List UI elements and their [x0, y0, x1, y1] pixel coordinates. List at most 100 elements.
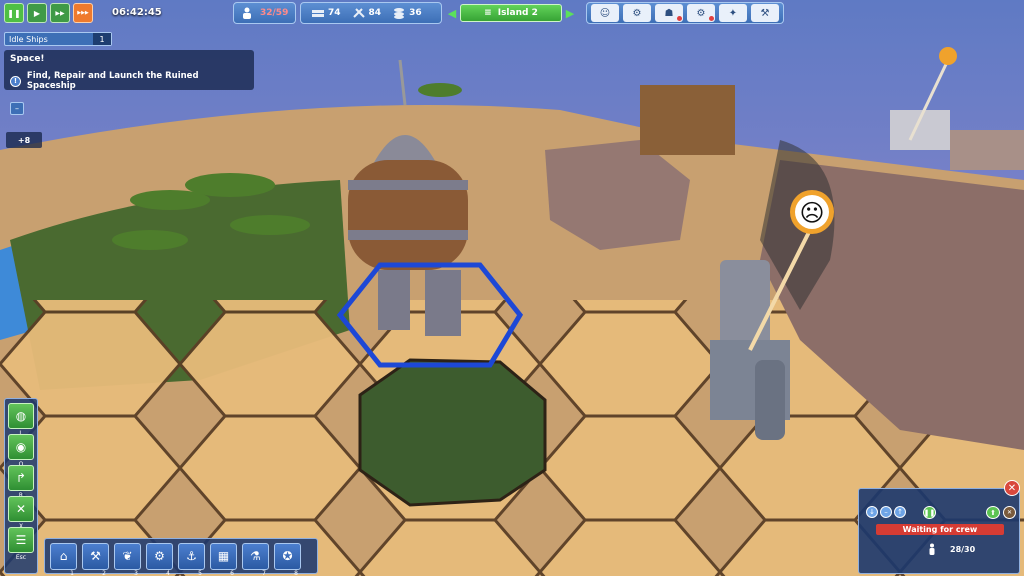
housing-icon: ⌂	[59, 549, 68, 563]
side-toolbar: ◍ L ◉ O ↱ R ✕ X ☰ Esc	[4, 398, 38, 574]
hammers-resource: 84	[352, 7, 382, 19]
population-value: 32/59	[260, 8, 289, 18]
exclamation-icon: !	[10, 75, 21, 87]
production-icon: ⚒	[90, 549, 101, 563]
hotkey-label: 8	[294, 569, 298, 576]
tools-stack-icon	[311, 7, 325, 19]
science-icon: ⚗	[250, 549, 261, 563]
arrow-down-icon: ↓	[869, 508, 875, 516]
collapse-quests-button[interactable]: –	[10, 102, 24, 115]
crew-counter: 28/30	[928, 543, 975, 555]
minus-icon: –	[15, 104, 19, 113]
research-button[interactable]: ✦	[719, 4, 747, 22]
pause-icon: ❚❚	[7, 8, 21, 18]
harbor-icon: ⚓	[186, 549, 197, 563]
demolish-icon: ✕	[15, 502, 27, 516]
build-harbor-button[interactable]: ⚓ 5	[178, 542, 205, 576]
road-icon: ↱	[15, 471, 27, 485]
minus-icon: –	[884, 508, 888, 516]
build-housing-button[interactable]: ⌂ 1	[50, 542, 77, 576]
building-status: Waiting for crew	[876, 524, 1004, 535]
road-button[interactable]: ↱ R	[8, 465, 34, 499]
logistics-button[interactable]: ⚙	[623, 4, 651, 22]
build-science-button[interactable]: ⚗ 7	[242, 542, 269, 576]
materials-resource: 36	[392, 7, 422, 19]
build-farming-button[interactable]: ❦ 3	[114, 542, 141, 576]
speed-1-button[interactable]: ▶	[27, 3, 47, 23]
quest-title: Space!	[10, 54, 45, 64]
island-name: Island 2	[497, 8, 538, 18]
tools-value: 74	[328, 8, 341, 18]
globe-button[interactable]: ◍ L	[8, 403, 34, 437]
overview-button[interactable]: ◉ O	[8, 434, 34, 468]
prev-island-button[interactable]: ◀	[446, 4, 458, 22]
unhappy-face-icon: ☹	[799, 199, 824, 227]
demolish-building-button[interactable]: ✕	[1003, 506, 1016, 519]
chevron-right-icon: ▶	[565, 6, 575, 20]
quest-task: ! Find, Repair and Launch the Ruined Spa…	[10, 71, 248, 91]
tools-menu-button[interactable]: ⚒	[751, 4, 779, 22]
special-icon: ✪	[282, 549, 293, 563]
tools-resource: 74	[311, 7, 341, 19]
play-speed-2-icon: ▶▶	[55, 9, 65, 17]
main-menu-button[interactable]: ☰ Esc	[8, 527, 34, 561]
hotkey-label: 7	[262, 569, 266, 576]
priority-down-button[interactable]: ↓	[866, 506, 878, 518]
materials-bar[interactable]: 74 84 36	[300, 2, 442, 24]
settings-button[interactable]: ⚙	[687, 4, 715, 22]
settings-icon: ⚙	[696, 7, 706, 19]
pause-button[interactable]: ❚❚	[4, 3, 24, 23]
speed-2-button[interactable]: ▶▶	[50, 3, 70, 23]
hotkey-label: 2	[102, 569, 106, 576]
island-selector: ◀ ≡ Island 2 ▶	[446, 2, 576, 24]
workers-button[interactable]: ☗	[655, 4, 683, 22]
demolish-icon: ✕	[1006, 509, 1013, 516]
quest-task-label: Find, Repair and Launch the Ruined Space…	[26, 71, 199, 91]
overview-icon: ◉	[15, 440, 27, 454]
happiness-icon: ☺	[599, 7, 611, 19]
hotkey-label: 5	[198, 569, 202, 576]
build-storage-button[interactable]: ▦ 6	[210, 542, 237, 576]
quest-panel[interactable]: Space! ! Find, Repair and Launch the Rui…	[4, 50, 254, 91]
chevron-left-icon: ◀	[447, 6, 457, 20]
alert-dot	[677, 16, 682, 21]
logistics-icon: ⚙	[632, 7, 642, 19]
play-speed-1-icon: ▶	[33, 8, 41, 18]
top-menu-bar: ☺ ⚙ ☗ ⚙ ✦ ⚒	[586, 2, 784, 24]
workers-icon: ☗	[664, 7, 674, 19]
build-production-button[interactable]: ⚒ 2	[82, 542, 109, 576]
research-icon: ✦	[728, 7, 738, 19]
hotkey-label: 6	[230, 569, 234, 576]
upgrade-building-button[interactable]: ⬆	[986, 506, 1000, 519]
priority-normal-button[interactable]: –	[880, 506, 892, 518]
list-icon: ≡	[484, 8, 492, 18]
build-special-button[interactable]: ✪ 8	[274, 542, 301, 576]
speed-3-button[interactable]: ▶▶▶	[73, 3, 93, 23]
pause-building-button[interactable]: ❚❚	[923, 506, 936, 519]
population-counter[interactable]: 32/59	[233, 2, 296, 24]
close-icon: ✕	[1007, 482, 1017, 494]
priority-up-button[interactable]: ↑	[894, 506, 906, 518]
next-island-button[interactable]: ▶	[564, 4, 576, 22]
idle-ships-panel[interactable]: Idle Ships 1	[4, 32, 112, 46]
tools-icon: ⚒	[760, 7, 770, 19]
game-clock: 06:42:45	[112, 7, 162, 18]
close-panel-button[interactable]: ✕	[1004, 480, 1020, 496]
hotkey-label: Esc	[15, 554, 27, 561]
play-speed-3-icon: ▶▶▶	[77, 10, 89, 16]
hammers-icon	[352, 7, 366, 19]
globe-icon: ◍	[15, 409, 27, 423]
storage-icon: ▦	[217, 549, 230, 563]
menu-icon: ☰	[15, 533, 27, 547]
hammers-value: 84	[368, 8, 382, 18]
island-name-button[interactable]: ≡ Island 2	[460, 4, 562, 22]
build-industry-button[interactable]: ⚙ 4	[146, 542, 173, 576]
demolish-button[interactable]: ✕ X	[8, 496, 34, 530]
idle-ships-label: Idle Ships	[9, 34, 48, 44]
happiness-button[interactable]: ☺	[591, 4, 619, 22]
crew-value: 28/30	[950, 544, 976, 554]
population-icon	[240, 7, 254, 19]
upgrade-icon: ⬆	[990, 508, 996, 517]
idle-ships-count: 1	[93, 33, 111, 45]
notification-counter[interactable]: +8	[6, 132, 42, 148]
